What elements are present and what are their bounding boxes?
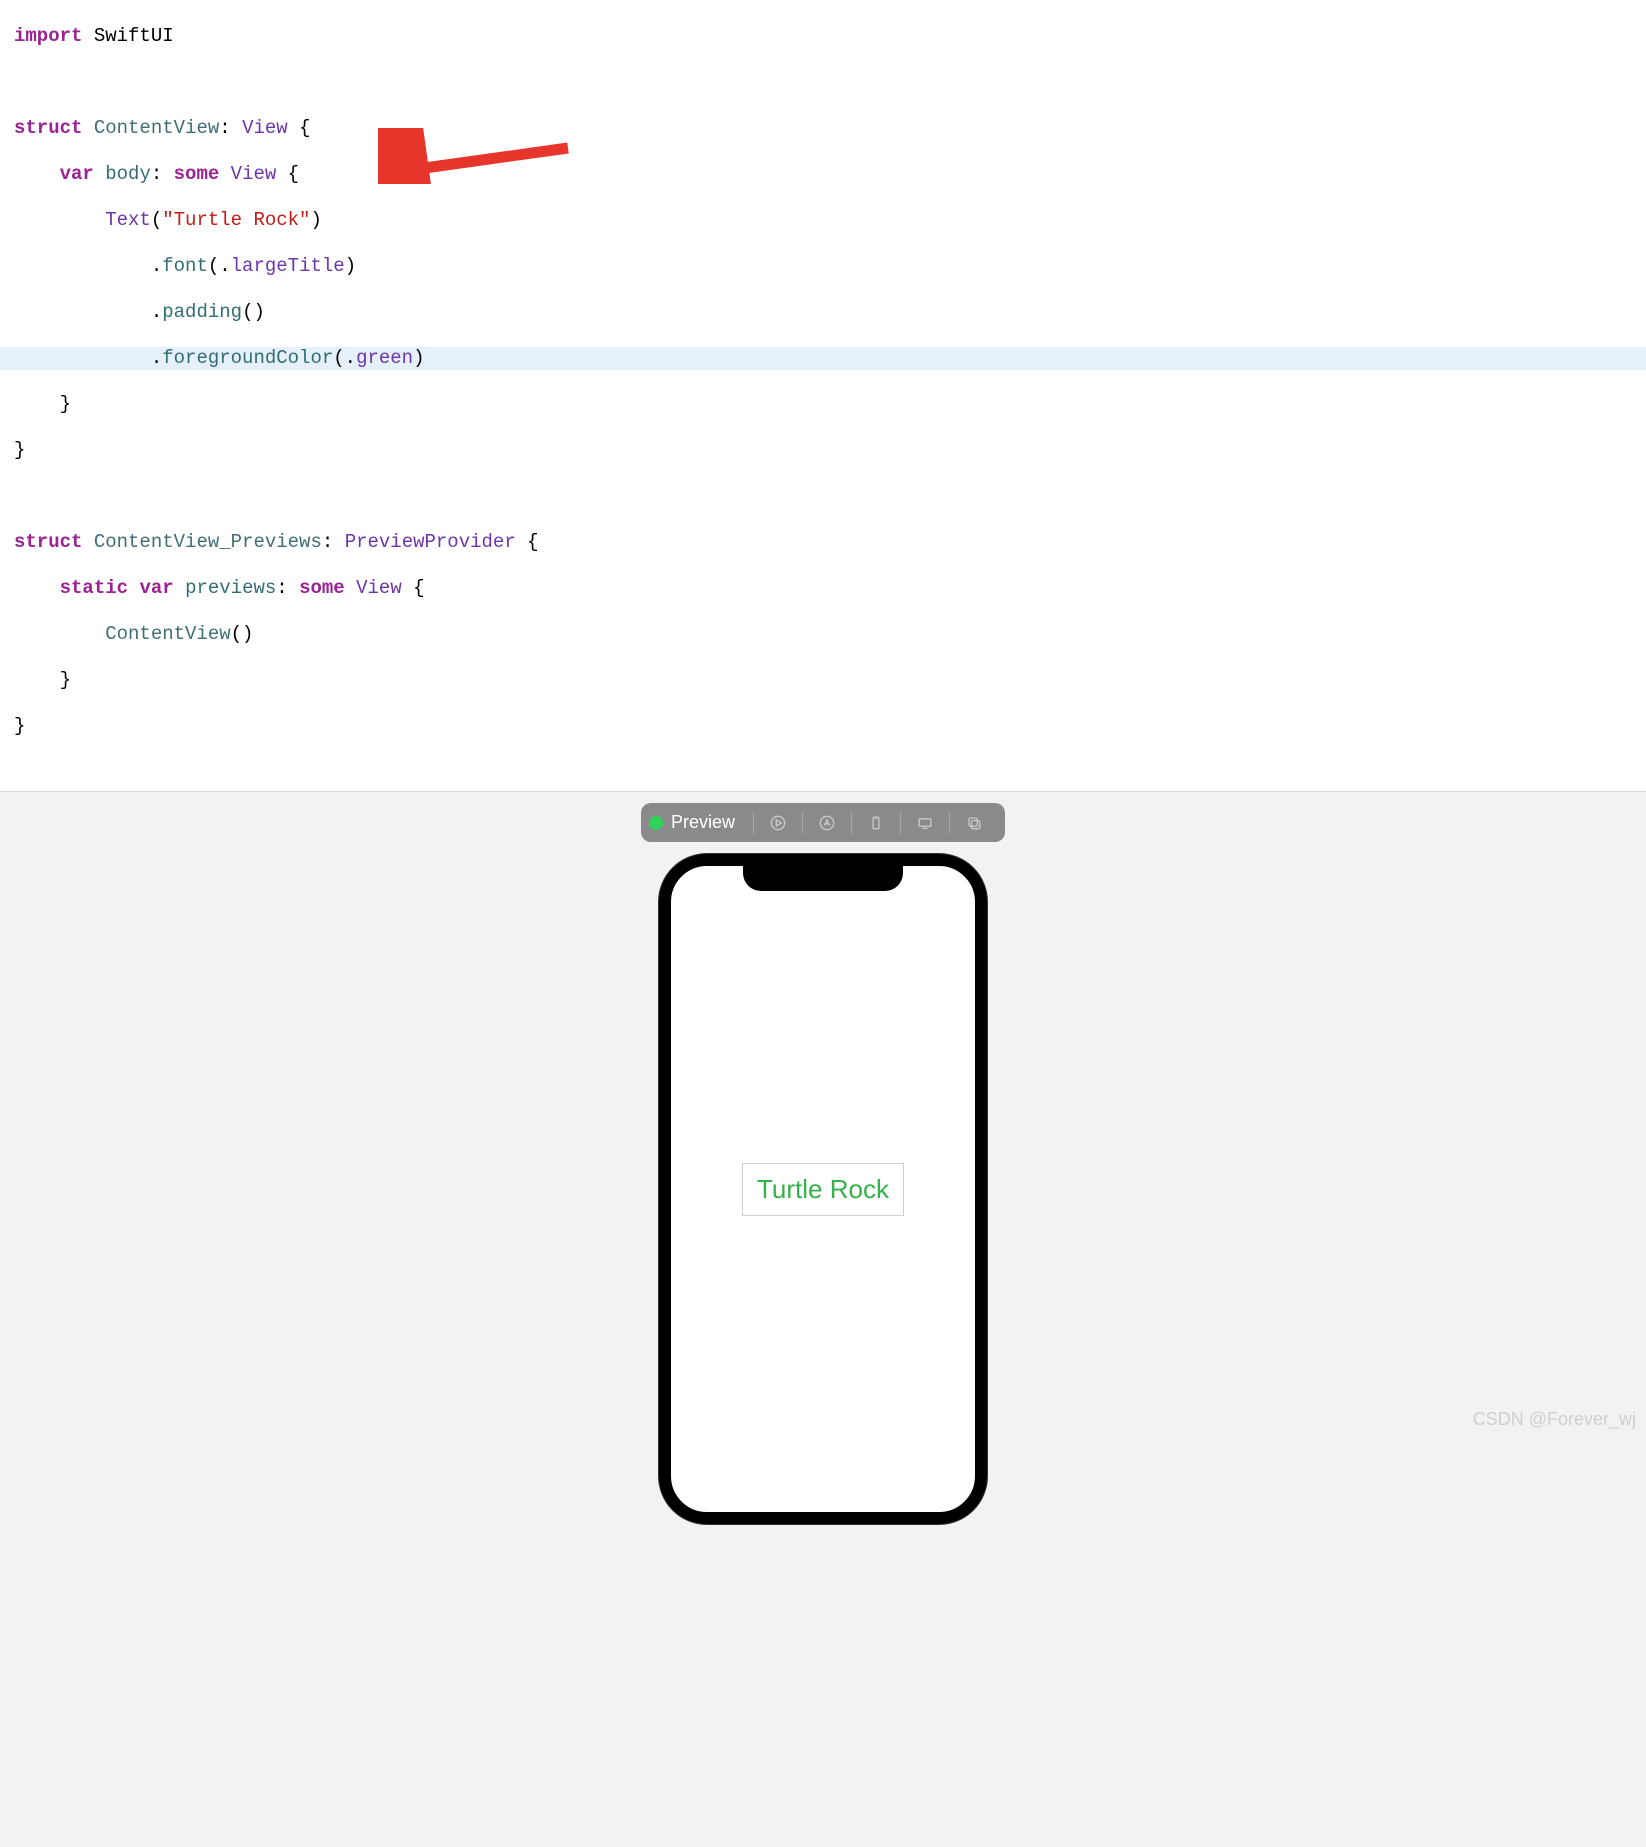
- code-line: struct ContentView_Previews: PreviewProv…: [0, 531, 1646, 554]
- text-view-selected[interactable]: Turtle Rock: [742, 1163, 904, 1216]
- code-line: }: [0, 393, 1646, 416]
- device-notch: [743, 865, 903, 891]
- live-preview-icon[interactable]: [760, 813, 796, 833]
- status-indicator-icon: [649, 816, 663, 830]
- code-line: var body: some View {: [0, 163, 1646, 186]
- code-line: .font(.largeTitle): [0, 255, 1646, 278]
- code-line: struct ContentView: View {: [0, 117, 1646, 140]
- code-line: [0, 71, 1646, 94]
- toolbar-separator: [900, 812, 901, 834]
- toolbar-separator: [753, 812, 754, 834]
- app-screen: Turtle Rock: [671, 866, 975, 1512]
- code-line: ContentView(): [0, 623, 1646, 646]
- toolbar-separator: [851, 812, 852, 834]
- inspect-selectable-icon[interactable]: [809, 813, 845, 833]
- device-simulator: Turtle Rock: [659, 854, 987, 1524]
- code-editor[interactable]: import SwiftUI struct ContentView: View …: [0, 0, 1646, 791]
- code-line: .padding(): [0, 301, 1646, 324]
- code-line: Text("Turtle Rock"): [0, 209, 1646, 232]
- code-line-highlighted: .foregroundColor(.green): [0, 347, 1646, 370]
- watermark-text: CSDN @Forever_wj: [1473, 1409, 1636, 1430]
- duplicate-preview-icon[interactable]: [956, 813, 992, 833]
- device-settings-icon[interactable]: [858, 813, 894, 833]
- preview-toolbar-label: Preview: [671, 812, 735, 833]
- toolbar-separator: [949, 812, 950, 834]
- code-line: [0, 485, 1646, 508]
- code-line: static var previews: some View {: [0, 577, 1646, 600]
- toolbar-separator: [802, 812, 803, 834]
- code-line: import SwiftUI: [0, 25, 1646, 48]
- preview-toolbar: Preview: [641, 803, 1005, 842]
- code-line: }: [0, 669, 1646, 692]
- code-line: }: [0, 715, 1646, 738]
- preview-on-device-icon[interactable]: [907, 813, 943, 833]
- preview-canvas: Preview Turtle Rock: [0, 792, 1646, 1847]
- code-line: }: [0, 439, 1646, 462]
